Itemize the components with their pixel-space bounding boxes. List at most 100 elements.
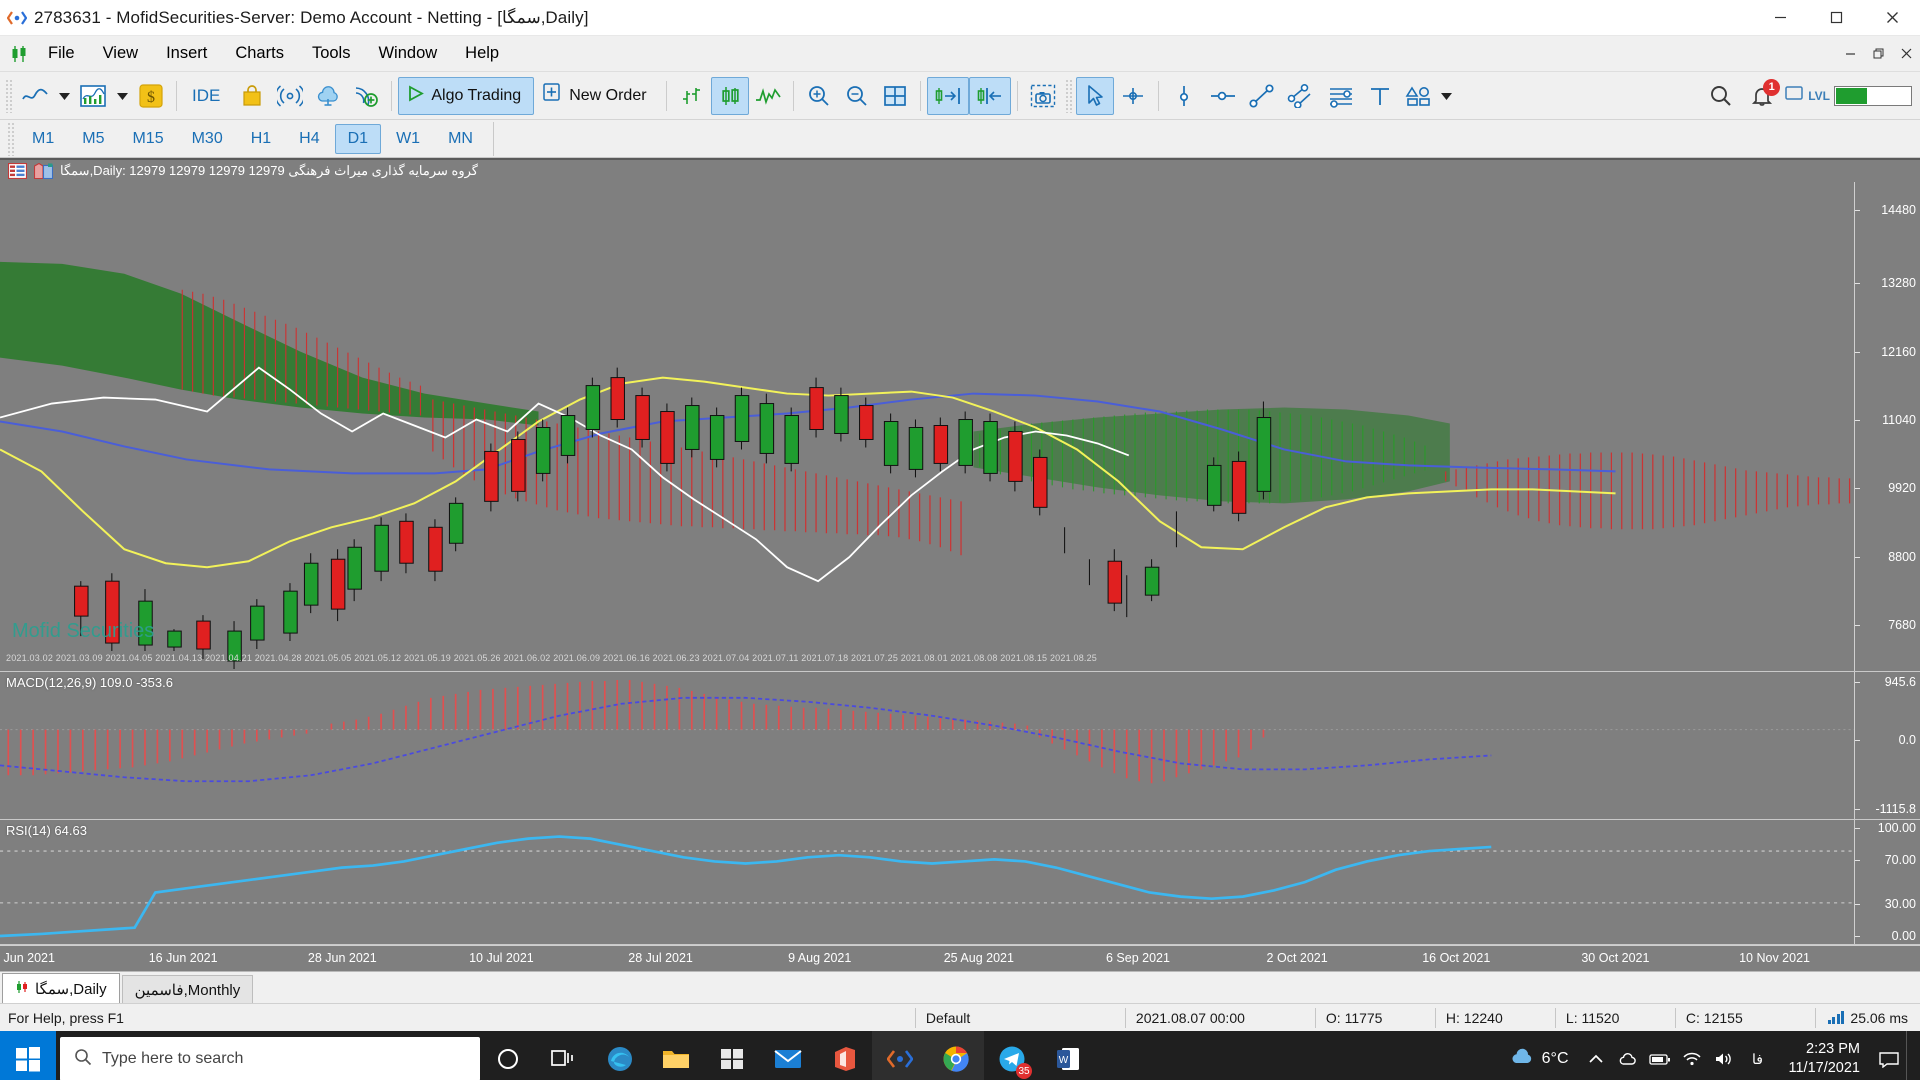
vps-icon[interactable] bbox=[347, 77, 385, 115]
menu-window[interactable]: Window bbox=[364, 38, 451, 69]
menu-help[interactable]: Help bbox=[451, 38, 513, 69]
line-icon[interactable] bbox=[749, 77, 787, 115]
edge-icon[interactable] bbox=[592, 1031, 648, 1080]
word-icon[interactable]: W bbox=[1040, 1031, 1096, 1080]
battery-icon[interactable] bbox=[1645, 1031, 1675, 1080]
drawing-toolbar-grip[interactable] bbox=[1064, 78, 1073, 113]
window-maximize-button[interactable] bbox=[1808, 0, 1864, 36]
rsi-axis[interactable]: 100.00 70.00 30.00 0.00 bbox=[1854, 820, 1920, 945]
price-axis[interactable]: 14480 13280 12160 11040 9920 8800 7680 bbox=[1854, 182, 1920, 671]
telegram-badge: 35 bbox=[1016, 1063, 1032, 1080]
rsi-pane[interactable]: RSI(14) 64.63 100.00 70.00 30.00 0.00 bbox=[0, 820, 1920, 946]
status-ping[interactable]: 25.06 ms bbox=[1814, 1007, 1920, 1028]
crosshair-icon[interactable] bbox=[1114, 77, 1152, 115]
mdi-restore-button[interactable] bbox=[1864, 40, 1892, 68]
indicators-icon[interactable] bbox=[74, 77, 112, 115]
show-desktop-button[interactable] bbox=[1906, 1031, 1916, 1080]
currency-icon[interactable]: $ bbox=[132, 77, 170, 115]
file-explorer-icon[interactable] bbox=[648, 1031, 704, 1080]
wifi-icon[interactable] bbox=[1677, 1031, 1707, 1080]
toolbar-grip[interactable] bbox=[5, 78, 13, 113]
time-axis[interactable]: 2 Jun 2021 16 Jun 2021 28 Jun 2021 10 Jul 2… bbox=[0, 945, 1920, 972]
menu-charts[interactable]: Charts bbox=[221, 38, 298, 69]
data-window-icon[interactable] bbox=[8, 163, 27, 179]
axis-tick bbox=[1855, 419, 1860, 421]
mdi-close-button[interactable] bbox=[1892, 40, 1920, 68]
chart-tab-fasmin-monthly[interactable]: فاسمین,Monthly bbox=[121, 975, 254, 1004]
microsoft-store-icon[interactable] bbox=[704, 1031, 760, 1080]
toolbar-separator-4 bbox=[792, 80, 794, 111]
line-chart-icon[interactable] bbox=[16, 77, 54, 115]
office-icon[interactable] bbox=[816, 1031, 872, 1080]
horizontal-line-icon[interactable] bbox=[1203, 77, 1243, 115]
trendline-icon[interactable] bbox=[1243, 77, 1281, 115]
window-minimize-button[interactable] bbox=[1752, 0, 1808, 36]
text-icon[interactable] bbox=[1361, 77, 1399, 115]
timeframe-d1[interactable]: D1 bbox=[334, 123, 382, 154]
timeframe-w1[interactable]: W1 bbox=[383, 124, 433, 154]
macd-axis[interactable]: 945.6 0.0 -1115.8 bbox=[1854, 672, 1920, 819]
timeframe-h4[interactable]: H4 bbox=[286, 124, 332, 154]
mail-icon[interactable] bbox=[760, 1031, 816, 1080]
time-axis-label: 16 Oct 2021 bbox=[1422, 951, 1491, 966]
status-profile[interactable]: Default bbox=[914, 1007, 1125, 1028]
candlestick-icon[interactable] bbox=[710, 76, 749, 115]
timeframe-h1[interactable]: H1 bbox=[238, 124, 284, 154]
channel-icon[interactable] bbox=[1281, 77, 1321, 115]
menu-view[interactable]: View bbox=[89, 38, 152, 69]
timeframe-m30[interactable]: M30 bbox=[179, 124, 236, 154]
chart-shift-icon[interactable] bbox=[968, 76, 1011, 115]
action-center-icon[interactable] bbox=[1874, 1031, 1904, 1080]
bar-chart-icon[interactable] bbox=[673, 77, 711, 115]
menu-file[interactable]: File bbox=[34, 38, 89, 69]
cursor-icon[interactable] bbox=[1075, 76, 1114, 115]
weather-widget[interactable]: 6°C bbox=[1499, 1047, 1579, 1072]
chevron-up-icon[interactable] bbox=[1581, 1031, 1611, 1080]
screenshot-icon[interactable] bbox=[1024, 77, 1062, 115]
shapes-icon[interactable] bbox=[1399, 77, 1437, 115]
task-view-icon[interactable] bbox=[536, 1031, 592, 1080]
fibonacci-icon[interactable] bbox=[1321, 77, 1361, 115]
search-input[interactable]: Type here to search bbox=[60, 1037, 480, 1080]
cloud-icon[interactable] bbox=[309, 77, 347, 115]
volume-icon[interactable] bbox=[1709, 1031, 1739, 1080]
timeframe-mn[interactable]: MN bbox=[435, 124, 486, 154]
windows-start-icon[interactable] bbox=[0, 1031, 56, 1080]
macd-pane[interactable]: MACD(12,26,9) 109.0 -353.6 945.6 0.0 -1115… bbox=[0, 672, 1920, 820]
algo-trading-button[interactable]: Algo Trading bbox=[398, 76, 535, 115]
telegram-icon[interactable]: 35 bbox=[984, 1031, 1040, 1080]
timeframe-grip[interactable] bbox=[7, 121, 15, 156]
price-pane[interactable]: Mofid Securities 2021.03.02 2021.03.09 2… bbox=[0, 182, 1920, 672]
chart-dropdown-caret-icon[interactable] bbox=[54, 77, 74, 115]
new-order-button[interactable]: New Order bbox=[534, 77, 659, 115]
level-indicator[interactable]: LVL bbox=[1784, 83, 1912, 108]
zoom-in-icon[interactable] bbox=[800, 77, 838, 115]
chart-tab-semga-daily[interactable]: سمگا,Daily bbox=[2, 973, 120, 1004]
indicators-dropdown-caret-icon[interactable] bbox=[112, 77, 132, 115]
timeframe-m15[interactable]: M15 bbox=[119, 124, 176, 154]
search-icon[interactable] bbox=[1702, 77, 1740, 115]
signals-icon[interactable] bbox=[271, 77, 309, 115]
cortana-icon[interactable] bbox=[480, 1031, 536, 1080]
ide-button[interactable]: IDE bbox=[183, 77, 233, 115]
mdi-minimize-button[interactable] bbox=[1836, 40, 1864, 68]
menu-insert[interactable]: Insert bbox=[152, 38, 221, 69]
timeframe-m5[interactable]: M5 bbox=[69, 124, 117, 154]
onedrive-icon[interactable] bbox=[1613, 1031, 1643, 1080]
chrome-icon[interactable] bbox=[928, 1031, 984, 1080]
auto-scroll-icon[interactable] bbox=[926, 76, 969, 115]
chart-template-icon[interactable] bbox=[34, 163, 53, 179]
zoom-out-icon[interactable] bbox=[838, 77, 876, 115]
metatrader-icon[interactable] bbox=[872, 1031, 928, 1080]
market-bag-icon[interactable] bbox=[233, 77, 271, 115]
taskbar-clock[interactable]: 2:23 PM 11/17/2021 bbox=[1777, 1040, 1873, 1079]
menu-tools[interactable]: Tools bbox=[298, 38, 365, 69]
notifications-icon[interactable]: 1 bbox=[1742, 77, 1782, 115]
chart-window[interactable]: سمگا,Daily: 12979 12979 12979 12979 گروه… bbox=[0, 158, 1920, 972]
shapes-caret-icon[interactable] bbox=[1437, 77, 1457, 115]
timeframe-m1[interactable]: M1 bbox=[19, 124, 67, 154]
grid-windows-icon[interactable] bbox=[876, 77, 914, 115]
window-close-button[interactable] bbox=[1864, 0, 1920, 36]
vertical-line-icon[interactable] bbox=[1165, 77, 1203, 115]
language-indicator[interactable]: فا bbox=[1741, 1031, 1775, 1080]
